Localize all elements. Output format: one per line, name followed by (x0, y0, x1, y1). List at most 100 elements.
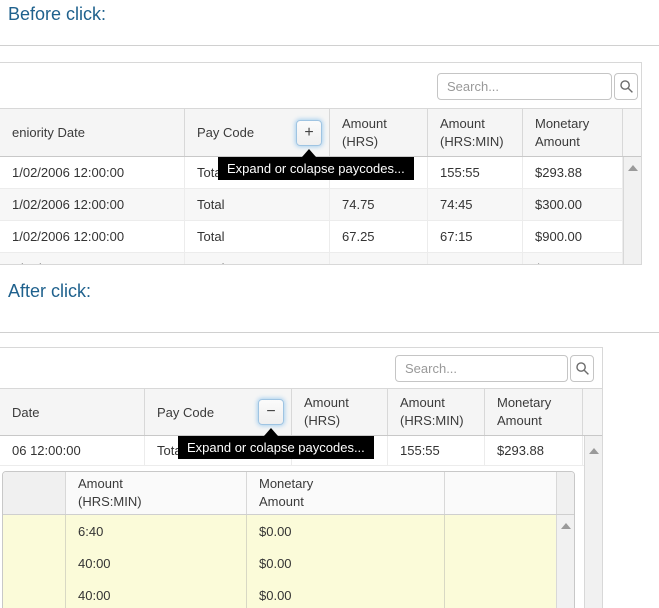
search-button[interactable] (614, 73, 638, 100)
cell-value: 155:55 (400, 443, 440, 458)
column-header-label: Pay Code (197, 125, 254, 140)
column-header-monetary-amount[interactable]: Monetary Amount (246, 472, 444, 514)
expand-paycodes-button[interactable]: + (296, 120, 322, 146)
header-spacer (582, 389, 602, 435)
cell-spacer (444, 547, 574, 579)
cell-monetary-amount: $293.88 (522, 157, 622, 188)
cell-value: 1/02/2006 12:00:00 (12, 165, 124, 180)
cell-value: $1,562.50 (535, 261, 593, 265)
column-header-label: Pay Code (157, 405, 214, 420)
column-header-label: Monetary Amount (259, 475, 337, 510)
search-button[interactable] (570, 355, 594, 382)
after-table-header-row: Date Pay Code − Amount (HRS) Amount (HRS… (0, 389, 602, 436)
search-icon (575, 361, 590, 376)
collapse-paycodes-button[interactable]: − (258, 399, 284, 425)
cell-value: $900.00 (535, 229, 582, 244)
after-table-toolbar (0, 348, 602, 389)
tooltip-arrow (264, 428, 278, 436)
column-header-label: Date (12, 405, 39, 420)
section-divider (0, 45, 659, 46)
cell-monetary-amount: $293.88 (484, 436, 582, 465)
column-header-label: eniority Date (12, 125, 85, 140)
subtable-row[interactable]: 6:40 $0.00 (3, 515, 574, 547)
column-header-label: Monetary Amount (497, 394, 575, 429)
cell-value: $300.00 (535, 197, 582, 212)
cell-value: Total (197, 261, 224, 265)
cell-spacer (3, 515, 65, 547)
column-header-label: Amount (HRS:MIN) (440, 115, 518, 150)
cell-monetary-amount: $0.00 (246, 547, 444, 579)
cell-value: $293.88 (497, 443, 544, 458)
cell-value: 1/02/2006 12:00:00 (12, 197, 124, 212)
scroll-up-icon[interactable] (589, 448, 599, 454)
column-header-label: Amount (HRS:MIN) (78, 475, 156, 510)
cell-value: 67.25 (342, 229, 375, 244)
header-spacer (3, 472, 65, 514)
after-table: Date Pay Code − Amount (HRS) Amount (HRS… (0, 347, 603, 608)
column-header-amount-hrs-min[interactable]: Amount (HRS:MIN) (427, 109, 522, 156)
header-spacer (444, 472, 556, 514)
after-heading: After click: (8, 281, 91, 302)
subtable-row[interactable]: 40:00 $0.00 (3, 547, 574, 579)
column-header-seniority-date[interactable]: eniority Date (0, 109, 184, 156)
column-header-amount-hrs[interactable]: Amount (HRS) (329, 109, 427, 156)
vertical-scrollbar[interactable] (584, 436, 602, 608)
cell-amount-hrs-min: 155:55 (387, 436, 484, 465)
cell-amount-hrs-min: 67:15 (427, 221, 522, 252)
cell-monetary-amount: $900.00 (522, 221, 622, 252)
cell-value: 40:00 (78, 588, 111, 603)
column-header-monetary-amount[interactable]: Monetary Amount (522, 109, 622, 156)
cell-value: 74.75 (342, 197, 375, 212)
column-header-amount-hrs[interactable]: Amount (HRS) (291, 389, 387, 435)
page: Before click: eniority Date Pay Code + A… (0, 0, 659, 608)
column-header-amount-hrs-min[interactable]: Amount (HRS:MIN) (65, 472, 246, 514)
cell-amount-hrs: 67.25 (329, 221, 427, 252)
column-header-monetary-amount[interactable]: Monetary Amount (484, 389, 582, 435)
cell-value: 1/02/2006 12:00:00 (12, 229, 124, 244)
scroll-up-icon[interactable] (561, 523, 571, 529)
header-spacer (556, 472, 574, 514)
column-header-label: Monetary Amount (535, 115, 613, 150)
cell-amount-hrs: 74.75 (329, 189, 427, 220)
cell-spacer (3, 579, 65, 608)
table-row[interactable]: 1/02/2006 12:00:00 Total 88.00 88:00 $1,… (0, 253, 641, 265)
cell-pay-code: Total (184, 253, 329, 265)
cell-value: 67:15 (440, 229, 473, 244)
cell-value: Total (197, 197, 224, 212)
column-header-date[interactable]: Date (0, 389, 144, 435)
expand-paycodes-tooltip: Expand or colapse paycodes... (218, 157, 414, 180)
column-header-label: Amount (HRS) (304, 394, 382, 429)
cell-value: 74:45 (440, 197, 473, 212)
cell-amount-hrs-min: 155:55 (427, 157, 522, 188)
search-icon (619, 79, 634, 94)
before-table-toolbar (0, 63, 641, 109)
cell-amount-hrs-min: 88:00 (427, 253, 522, 265)
cell-spacer (444, 515, 574, 547)
search-input[interactable] (395, 355, 568, 382)
cell-value: 40:00 (78, 556, 111, 571)
subtable-vertical-scrollbar[interactable] (556, 515, 574, 608)
cell-amount-hrs-min: 74:45 (427, 189, 522, 220)
scroll-up-icon[interactable] (628, 165, 638, 171)
search-input[interactable] (437, 73, 612, 100)
cell-value: $0.00 (259, 524, 292, 539)
cell-monetary-amount: $0.00 (246, 579, 444, 608)
cell-spacer (444, 579, 574, 608)
cell-amount-hrs-min: 40:00 (65, 579, 246, 608)
before-table-header-row: eniority Date Pay Code + Amount (HRS) Am… (0, 109, 641, 157)
cell-value: $293.88 (535, 165, 582, 180)
column-header-amount-hrs-min[interactable]: Amount (HRS:MIN) (387, 389, 484, 435)
section-divider (0, 332, 659, 333)
cell-pay-code: Total (184, 189, 329, 220)
vertical-scrollbar[interactable] (623, 157, 641, 264)
table-row[interactable]: 1/02/2006 12:00:00 Total 67.25 67:15 $90… (0, 221, 641, 253)
column-header-label: Amount (HRS) (342, 115, 420, 150)
cell-value: 88.00 (342, 261, 375, 265)
cell-amount-hrs-min: 6:40 (65, 515, 246, 547)
subtable-row[interactable]: 40:00 $0.00 (3, 579, 574, 608)
subtable-header-row: Amount (HRS:MIN) Monetary Amount (3, 472, 574, 515)
cell-seniority-date: 1/02/2006 12:00:00 (0, 221, 184, 252)
cell-monetary-amount: $1,562.50 (522, 253, 622, 265)
cell-seniority-date: 06 12:00:00 (0, 436, 144, 465)
table-row[interactable]: 1/02/2006 12:00:00 Total 74.75 74:45 $30… (0, 189, 641, 221)
